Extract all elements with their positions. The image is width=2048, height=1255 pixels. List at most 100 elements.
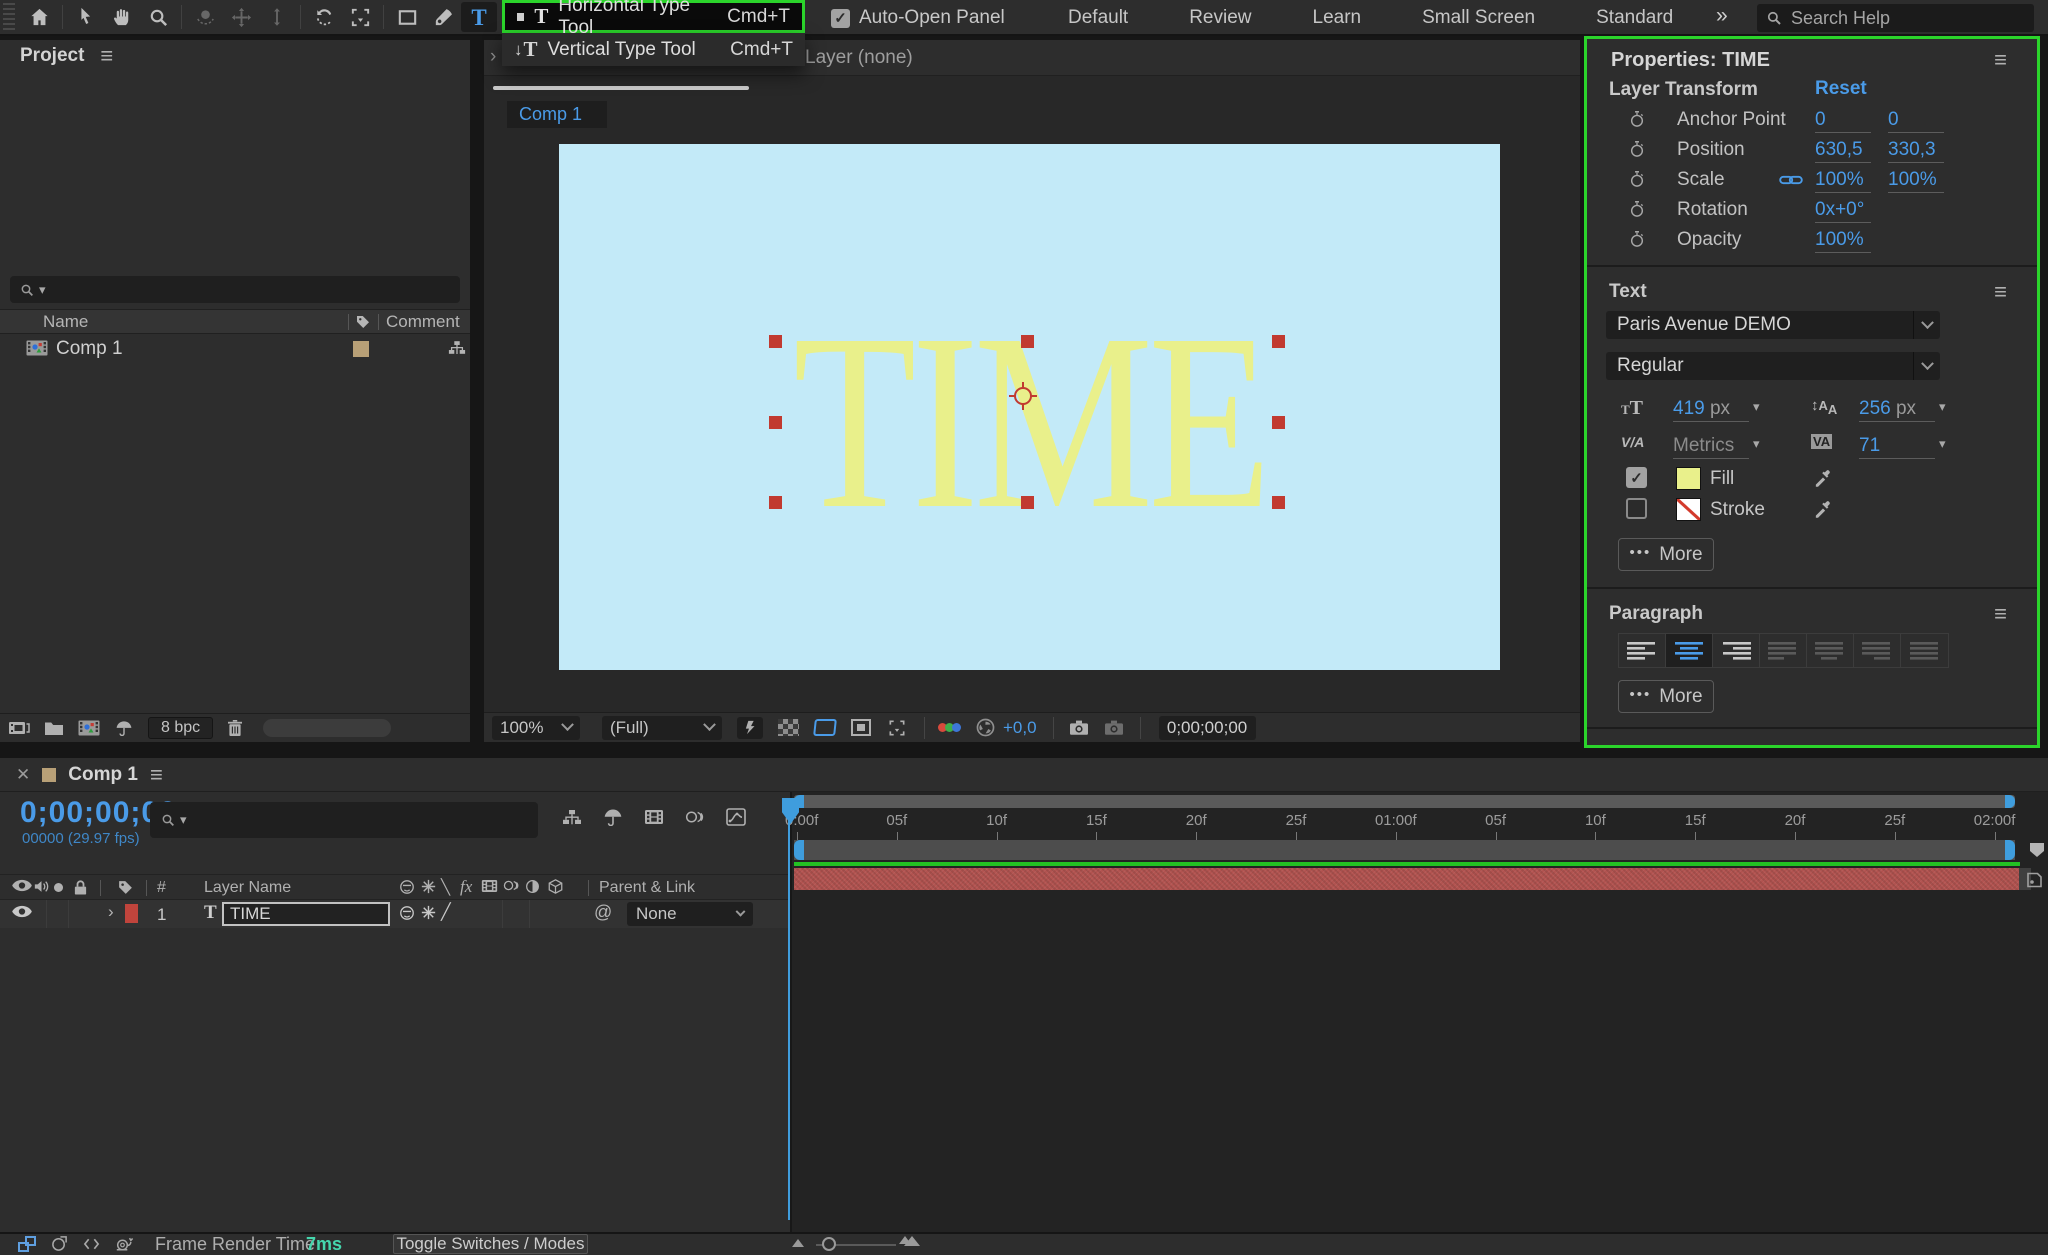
anchor-y-value[interactable]: 0: [1888, 109, 1944, 133]
workspace-tab-default[interactable]: Default: [1068, 7, 1128, 29]
stroke-eyedropper-icon[interactable]: [1813, 499, 1832, 518]
stopwatch-icon[interactable]: [1629, 170, 1645, 188]
search-help-box[interactable]: [1757, 4, 2034, 32]
column-number[interactable]: #: [157, 879, 166, 897]
snapshot-camera-icon[interactable]: [1069, 719, 1089, 736]
zoom-out-mountain-icon[interactable]: [792, 1239, 804, 1247]
type-tool[interactable]: T: [461, 2, 497, 32]
orbit-camera-tool[interactable]: [187, 2, 223, 32]
label-column-icon[interactable]: [117, 879, 134, 896]
pan-camera-tool[interactable]: [223, 2, 259, 32]
tab-scroll-indicator[interactable]: [493, 86, 749, 90]
menu-item-horizontal-type-tool[interactable]: T Horizontal Type Tool Cmd+T: [502, 0, 805, 33]
selection-tool[interactable]: [68, 2, 104, 32]
show-snapshot-icon[interactable]: [1104, 719, 1124, 736]
home-button[interactable]: [21, 2, 57, 32]
solo-column-icon[interactable]: [54, 883, 63, 892]
stopwatch-icon[interactable]: [1629, 110, 1645, 128]
camera-roi-tool[interactable]: [342, 2, 378, 32]
rectangle-tool[interactable]: [389, 2, 425, 32]
comp-label-swatch[interactable]: [42, 768, 56, 782]
parent-pickwhip-icon[interactable]: @: [594, 902, 612, 923]
resolution-dropdown[interactable]: (Full): [602, 716, 722, 740]
opacity-value[interactable]: 100%: [1815, 229, 1871, 253]
leading-dropdown-icon[interactable]: ▾: [1939, 399, 1946, 415]
timeline-panel-menu-icon[interactable]: ≡: [150, 764, 163, 786]
interpret-footage-icon[interactable]: [8, 720, 30, 736]
layer-row-1[interactable]: › 1 T TIME ╱ @ None: [0, 900, 790, 928]
fill-checkbox[interactable]: ✓: [1626, 467, 1647, 488]
preview-timecode[interactable]: 0;00;00;00: [1159, 716, 1256, 740]
timeline-search-box[interactable]: ▾: [150, 802, 538, 838]
timeline-comp-tab[interactable]: Comp 1: [68, 764, 138, 786]
column-layer-name[interactable]: Layer Name: [204, 879, 291, 897]
link-scale-icon[interactable]: [1779, 173, 1803, 187]
magnification-dropdown[interactable]: 100%: [492, 716, 580, 740]
grid-guides-button[interactable]: [886, 718, 908, 738]
leading-field[interactable]: 256 px: [1859, 398, 1935, 422]
region-of-interest-button[interactable]: [851, 719, 871, 736]
align-left-button[interactable]: [1619, 634, 1666, 667]
comp-marker-button[interactable]: [2029, 842, 2045, 858]
project-search-box[interactable]: ▾: [10, 276, 460, 303]
comp-button-icon[interactable]: [2026, 872, 2044, 888]
adjustment-column-icon[interactable]: [525, 879, 540, 894]
scale-y-value[interactable]: 100%: [1888, 169, 1944, 193]
tracking-field[interactable]: 71: [1859, 435, 1935, 459]
project-item-name[interactable]: Comp 1: [56, 338, 123, 360]
rotation-tool[interactable]: [306, 2, 342, 32]
search-help-input[interactable]: [1791, 8, 2026, 29]
timeline-top-scrollbar[interactable]: [794, 795, 2015, 808]
label-color-swatch[interactable]: [353, 341, 369, 357]
tracking-dropdown-icon[interactable]: ▾: [1939, 436, 1946, 452]
auto-open-checkbox[interactable]: ✓: [831, 9, 850, 28]
rotation-value[interactable]: 0x+0°: [1815, 199, 1871, 223]
toolbar-grip[interactable]: [3, 3, 15, 31]
fx-column-icon[interactable]: fx: [460, 877, 472, 897]
column-parent-link[interactable]: Parent & Link: [599, 879, 695, 897]
new-composition-icon[interactable]: [78, 719, 100, 737]
project-panel-menu-icon[interactable]: ≡: [100, 45, 113, 67]
layer-expand-arrow[interactable]: ›: [108, 902, 114, 922]
justify-last-center-button[interactable]: [1807, 634, 1854, 667]
comp-bookmark-tab[interactable]: Comp 1: [507, 101, 607, 128]
justify-all-button[interactable]: [1901, 634, 1948, 667]
dolly-camera-tool[interactable]: [259, 2, 295, 32]
fast-preview-button[interactable]: [737, 717, 763, 739]
layer-shy-switch[interactable]: [399, 905, 415, 921]
project-item-comp1[interactable]: Comp 1: [0, 334, 470, 363]
label-column-icon[interactable]: [355, 314, 371, 330]
align-right-button[interactable]: [1713, 634, 1760, 667]
font-style-dropdown[interactable]: Regular: [1606, 352, 1940, 380]
scale-x-value[interactable]: 100%: [1815, 169, 1871, 193]
lock-column-icon[interactable]: [73, 879, 88, 896]
layer-color-swatch[interactable]: [125, 904, 138, 923]
transform-reset-link[interactable]: Reset: [1815, 78, 1867, 100]
zoom-tool[interactable]: [140, 2, 176, 32]
frame-blend-column-icon[interactable]: [481, 879, 498, 893]
pen-tool[interactable]: [425, 2, 461, 32]
justify-last-left-button[interactable]: [1760, 634, 1807, 667]
kerning-dropdown-icon[interactable]: ▾: [1753, 436, 1760, 452]
composition-canvas[interactable]: TIME: [559, 144, 1500, 670]
stopwatch-icon[interactable]: [1629, 140, 1645, 158]
layer-viewer-tab[interactable]: Layer (none): [805, 47, 913, 69]
workspace-tab-standard[interactable]: Standard: [1596, 7, 1673, 29]
frame-blending-icon[interactable]: [644, 809, 664, 825]
font-size-field[interactable]: 419 px: [1673, 398, 1749, 422]
paragraph-section-menu-icon[interactable]: ≡: [1994, 603, 2007, 625]
justify-last-right-button[interactable]: [1854, 634, 1901, 667]
stroke-checkbox[interactable]: ✓: [1626, 498, 1647, 519]
comp-mini-flow-button[interactable]: [18, 1236, 36, 1252]
workspace-overflow-button[interactable]: »: [1716, 4, 1725, 28]
align-center-button[interactable]: [1666, 634, 1713, 667]
auto-open-panel-toggle[interactable]: ✓ Auto-Open Panel: [831, 0, 1005, 36]
workspace-tab-learn[interactable]: Learn: [1313, 7, 1362, 29]
mini-flowchart-icon[interactable]: [562, 809, 582, 825]
stopwatch-icon[interactable]: [1629, 230, 1645, 248]
toggle-switches-modes-button[interactable]: Toggle Switches / Modes: [393, 1234, 588, 1254]
flowchart-icon[interactable]: [448, 340, 466, 355]
layer-visibility-icon[interactable]: [12, 905, 32, 918]
audio-column-icon[interactable]: [33, 879, 50, 894]
expand-collapse-icon[interactable]: [83, 1237, 100, 1251]
